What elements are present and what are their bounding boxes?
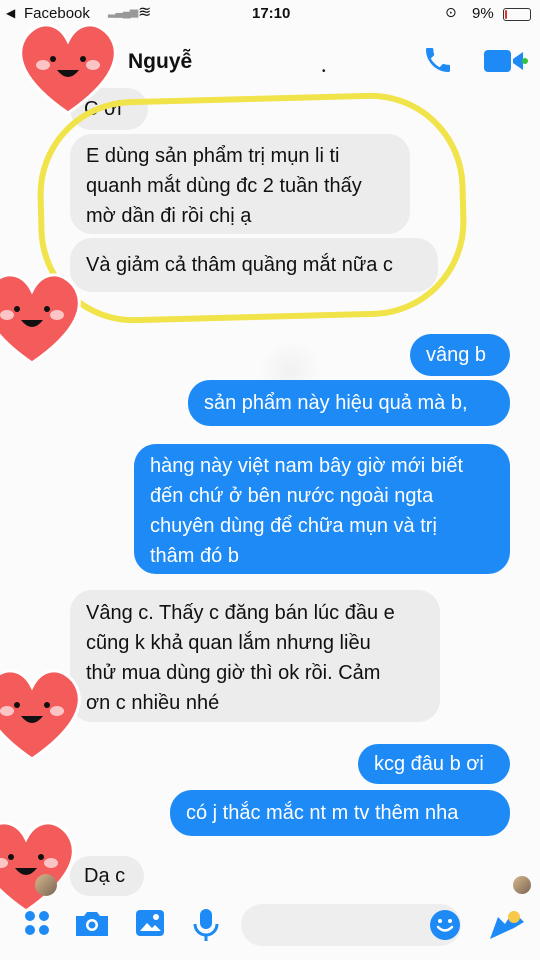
message-line: Vâng c. Thấy c đăng bán lúc đầu e [86,602,395,624]
heart-face-sticker [0,273,81,365]
microphone-icon[interactable] [192,908,220,947]
contact-name[interactable]: Nguyễ [128,50,192,74]
message-line: kcg đâu b ơi [374,753,484,775]
video-call-icon[interactable] [484,46,528,81]
battery-fill [505,10,507,19]
message-line: sản phẩm này hiệu quả mà b, [204,392,468,414]
message-outgoing-1[interactable]: vâng b [410,334,510,376]
message-line: vâng b [426,344,487,366]
message-outgoing-2[interactable]: sản phẩm này hiệu quả mà b, [188,380,510,426]
message-line: đến chứ ở bên nước ngoài ngta [150,485,434,507]
message-line: hàng này việt nam bây giờ mới biết [150,455,464,477]
message-outgoing-4[interactable]: kcg đâu b ơi [358,744,510,784]
message-line: thử mua dùng giờ thì ok rồi. Cảm [86,662,381,684]
image-icon[interactable] [134,908,166,943]
wifi-icon: ≋ [138,4,152,21]
message-line: có j thắc mắc nt m tv thêm nha [186,802,459,824]
battery-percentage: 9% [472,5,494,22]
emoji-icon[interactable] [428,908,462,947]
heart-face-sticker [19,23,117,115]
message-line: cũng k khả quan lắm nhưng liều [86,632,371,654]
message-outgoing-5[interactable]: có j thắc mắc nt m tv thêm nha [170,790,510,836]
seen-avatar [513,876,531,894]
heart-face-sticker [0,669,81,761]
contact-avatar[interactable] [35,874,57,896]
time-label: 17:10 [252,5,291,22]
camera-icon[interactable] [74,908,110,943]
header-dot: • [322,66,326,77]
battery-icon [503,8,531,21]
message-outgoing-3[interactable]: hàng này việt nam bây giờ mới biết đến c… [134,444,510,574]
phone-icon[interactable] [422,44,454,81]
message-line: thâm đó b [150,545,239,567]
message-line: Dạ c [84,865,126,887]
message-line: ơn c nhiều nhé [86,692,220,714]
composer-bar [0,898,540,960]
send-icon[interactable] [488,908,526,947]
apps-icon[interactable] [22,908,52,943]
message-incoming-4[interactable]: Vâng c. Thấy c đăng bán lúc đầu e cũng k… [70,590,440,722]
rotation-lock-icon: ⊙ [445,4,457,20]
message-line: chuyên dùng để chữa mụn và trị [150,515,437,537]
